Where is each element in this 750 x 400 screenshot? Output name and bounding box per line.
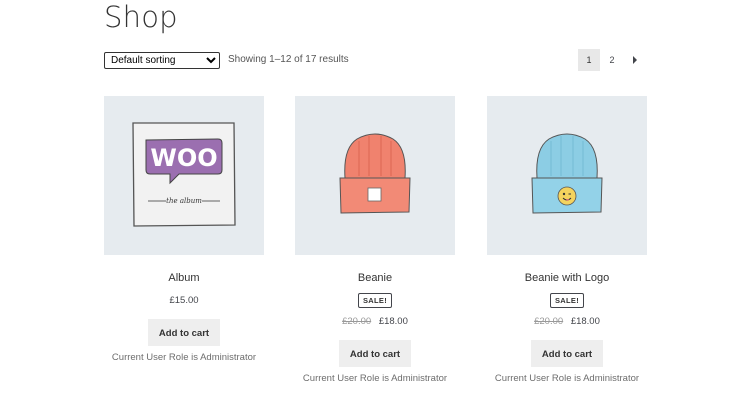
product-image-beanie[interactable] [295, 96, 455, 255]
price-current: £18.00 [570, 316, 600, 327]
pagination: 1 2 [577, 49, 646, 71]
product-price: £20.00 £18.00 [295, 316, 455, 327]
add-to-cart-button[interactable]: Add to cart [148, 319, 220, 346]
product-title[interactable]: Album [104, 272, 264, 286]
page-title: Shop [104, 0, 178, 34]
sorting-select[interactable]: Default sorting [104, 52, 220, 69]
sale-badge: SALE! [550, 293, 584, 308]
user-role-note: Current User Role is Administrator [111, 352, 257, 363]
price-original: £20.00 [342, 316, 372, 327]
sale-badge: SALE! [358, 293, 392, 308]
product-image-album[interactable]: WOO the album [104, 96, 264, 255]
product-grid: WOO the album Album £15.00 Add to cart C… [104, 96, 647, 396]
page-2-link[interactable]: 2 [601, 49, 623, 71]
product-price: £15.00 [104, 295, 264, 306]
result-count: Showing 1–12 of 17 results [228, 54, 349, 65]
product-title[interactable]: Beanie with Logo [487, 272, 647, 286]
album-subtitle-text: the album [166, 197, 202, 205]
user-role-note: Current User Role is Administrator [494, 373, 640, 384]
beanie-illustration [339, 133, 411, 214]
product-card-beanie-with-logo: Beanie with Logo SALE! £20.00 £18.00 Add… [487, 96, 647, 384]
user-role-note: Current User Role is Administrator [302, 373, 448, 384]
add-to-cart-button[interactable]: Add to cart [531, 340, 603, 367]
beanie-with-logo-illustration [531, 133, 603, 214]
product-title[interactable]: Beanie [295, 272, 455, 286]
product-price: £20.00 £18.00 [487, 316, 647, 327]
shop-toolbar: Default sorting Showing 1–12 of 17 resul… [104, 49, 646, 72]
product-image-beanie-with-logo[interactable] [487, 96, 647, 255]
page-1-link[interactable]: 1 [578, 49, 600, 71]
chevron-right-icon [633, 56, 637, 64]
next-page-link[interactable] [624, 49, 646, 71]
emoji-logo-icon [557, 186, 577, 206]
album-logo-text: WOO [150, 144, 217, 172]
price-original: £20.00 [534, 316, 564, 327]
product-card-album: WOO the album Album £15.00 Add to cart C… [104, 96, 264, 363]
add-to-cart-button[interactable]: Add to cart [339, 340, 411, 367]
product-card-beanie: Beanie SALE! £20.00 £18.00 Add to cart C… [295, 96, 455, 384]
price-current: £18.00 [378, 316, 408, 327]
album-cover-illustration: WOO the album [132, 122, 236, 227]
price-current: £15.00 [169, 295, 199, 306]
